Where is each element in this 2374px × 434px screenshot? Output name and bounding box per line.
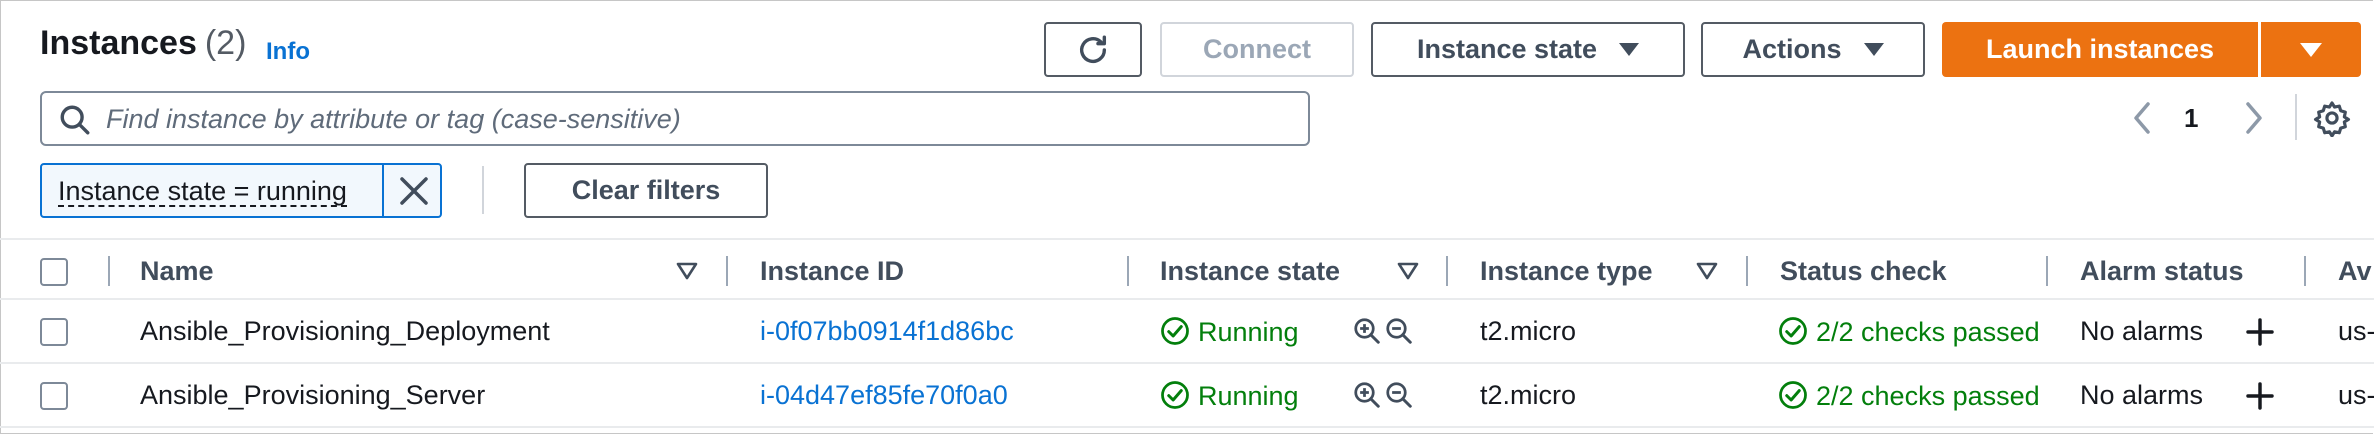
check-circle-icon — [1161, 317, 1189, 345]
filter-token-label[interactable]: Instance state = running — [58, 177, 347, 207]
column-header-name[interactable]: Name — [140, 256, 214, 287]
instance-type: t2.micro — [1480, 380, 1577, 410]
launch-instances-button[interactable]: Launch instances — [1942, 22, 2258, 77]
column-header-alarm-status[interactable]: Alarm status — [2080, 256, 2244, 287]
alarm-status: No alarms — [2080, 316, 2204, 346]
sort-icon[interactable] — [1696, 262, 1718, 280]
refresh-icon — [1079, 35, 1107, 63]
check-circle-icon — [1161, 381, 1189, 409]
column-divider[interactable] — [726, 256, 728, 286]
column-divider[interactable] — [1446, 256, 1448, 286]
instance-type: t2.micro — [1480, 316, 1577, 346]
pagination-divider — [2295, 94, 2297, 140]
zoom-out-icon[interactable] — [1384, 380, 1414, 410]
launch-instances-label: Launch instances — [1985, 34, 2215, 64]
check-circle-icon — [1779, 317, 1807, 345]
status-check-text[interactable]: 2/2 checks passed — [1816, 317, 2040, 347]
instance-state-cell: Running — [1160, 316, 1299, 348]
sort-icon[interactable] — [1397, 262, 1419, 280]
zoom-in-icon[interactable] — [1352, 380, 1382, 410]
caret-down-icon — [1863, 43, 1884, 56]
plus-icon[interactable] — [2244, 380, 2276, 412]
chevron-right-icon[interactable] — [2238, 98, 2268, 138]
current-page-number[interactable]: 1 — [2184, 103, 2198, 134]
search-icon — [60, 105, 90, 135]
instance-name: Ansible_Provisioning_Server — [140, 380, 486, 410]
filter-token-divider — [382, 165, 384, 216]
refresh-button[interactable] — [1044, 22, 1142, 77]
search-field[interactable] — [40, 91, 1310, 146]
connect-button[interactable]: Connect — [1160, 22, 1354, 77]
row-checkbox[interactable] — [40, 382, 68, 410]
availability-zone: us- — [2338, 316, 2374, 346]
gear-icon[interactable] — [2313, 99, 2351, 137]
sort-icon[interactable] — [676, 262, 698, 280]
availability-zone: us- — [2338, 380, 2374, 410]
actions-dropdown-label: Actions — [1742, 34, 1842, 64]
plus-icon[interactable] — [2244, 316, 2276, 348]
select-all-checkbox[interactable] — [40, 258, 68, 286]
status-check-text[interactable]: 2/2 checks passed — [1816, 381, 2040, 411]
caret-down-icon — [2300, 42, 2322, 57]
column-header-instance-id[interactable]: Instance ID — [760, 256, 904, 287]
zoom-in-icon[interactable] — [1352, 316, 1382, 346]
column-divider[interactable] — [1746, 256, 1748, 286]
instance-id-link[interactable]: i-0f07bb0914f1d86bc — [760, 316, 1014, 347]
row-checkbox[interactable] — [40, 318, 68, 346]
filter-divider — [482, 166, 484, 214]
connect-button-label: Connect — [1203, 34, 1311, 64]
table-row[interactable]: Ansible_Provisioning_Server i-04d47ef85f… — [0, 364, 2374, 428]
table-header-row: Name Instance ID Instance state Instance… — [0, 238, 2374, 300]
filter-token: Instance state = running — [40, 163, 442, 218]
instance-state-dropdown-label: Instance state — [1416, 34, 1598, 64]
page-title-text: Instances — [40, 24, 197, 62]
clear-filters-label: Clear filters — [571, 175, 721, 205]
column-header-instance-type[interactable]: Instance type — [1480, 256, 1653, 287]
caret-down-icon — [1619, 43, 1640, 56]
check-circle-icon — [1779, 381, 1807, 409]
table-row[interactable]: Ansible_Provisioning_Deployment i-0f07bb… — [0, 300, 2374, 364]
zoom-out-icon[interactable] — [1384, 316, 1414, 346]
clear-filters-button[interactable]: Clear filters — [524, 163, 768, 218]
launch-options-dropdown[interactable] — [2261, 22, 2361, 77]
instance-state-text: Running — [1198, 381, 1299, 411]
actions-dropdown[interactable]: Actions — [1701, 22, 1925, 77]
instance-state-dropdown[interactable]: Instance state — [1371, 22, 1685, 77]
page-title: Instances (2) — [40, 24, 246, 63]
search-input[interactable] — [104, 99, 1288, 139]
alarm-status: No alarms — [2080, 380, 2204, 410]
status-check-cell: 2/2 checks passed — [1778, 316, 2040, 348]
close-icon[interactable] — [392, 169, 436, 213]
instance-count: (2) — [204, 24, 247, 62]
instance-id-link[interactable]: i-04d47ef85fe70f0a0 — [760, 380, 1008, 411]
column-header-instance-state[interactable]: Instance state — [1160, 256, 1340, 287]
info-link[interactable]: Info — [266, 38, 310, 66]
column-header-status-check[interactable]: Status check — [1780, 256, 1947, 287]
column-header-availability-zone[interactable]: Av — [2338, 256, 2372, 287]
column-divider — [108, 256, 110, 286]
instance-state-cell: Running — [1160, 380, 1299, 412]
status-check-cell: 2/2 checks passed — [1778, 380, 2040, 412]
column-divider[interactable] — [1127, 256, 1129, 286]
column-divider[interactable] — [2046, 256, 2048, 286]
instance-state-text: Running — [1198, 317, 1299, 347]
instance-name: Ansible_Provisioning_Deployment — [140, 316, 550, 346]
column-divider[interactable] — [2304, 256, 2306, 286]
chevron-left-icon[interactable] — [2128, 98, 2158, 138]
